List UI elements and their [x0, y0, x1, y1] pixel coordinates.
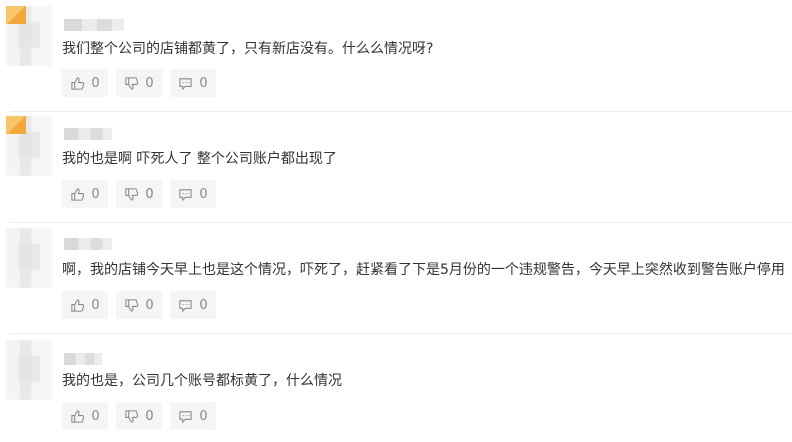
like-button[interactable]: 0	[62, 180, 108, 208]
like-button[interactable]: 0	[62, 402, 108, 430]
like-button[interactable]: 0	[62, 291, 108, 319]
comment-text: 我们整个公司的店铺都黄了，只有新店没有。什么么情况呀?	[62, 41, 434, 57]
avatar-image	[6, 340, 52, 400]
avatar-image	[6, 228, 52, 288]
username-blurred[interactable]	[64, 128, 112, 140]
comment-icon	[179, 299, 192, 312]
thumbs-down-icon	[125, 187, 139, 201]
reply-button[interactable]: 0	[170, 291, 216, 319]
dislike-button[interactable]: 0	[116, 402, 162, 430]
dislike-count: 0	[145, 297, 154, 313]
avatar[interactable]	[6, 6, 54, 66]
thumbs-down-icon	[125, 76, 139, 90]
reply-count: 0	[199, 408, 208, 424]
reply-button[interactable]: 0	[170, 69, 216, 97]
dislike-count: 0	[145, 75, 154, 91]
reply-count: 0	[199, 75, 208, 91]
like-count: 0	[91, 75, 100, 91]
divider	[10, 333, 792, 334]
reply-count: 0	[199, 297, 208, 313]
divider	[10, 111, 792, 112]
thumbs-up-icon	[71, 76, 85, 90]
reply-button[interactable]: 0	[170, 402, 216, 430]
comment-icon	[179, 188, 192, 201]
thumbs-up-icon	[71, 409, 85, 423]
like-button[interactable]: 0	[62, 69, 108, 97]
reply-count: 0	[199, 186, 208, 202]
comment-icon	[179, 410, 192, 423]
comment-text: 啊，我的店铺今天早上也是这个情况，吓死了，赶紧看了下是5月份的一个违规警告，今天…	[62, 262, 785, 278]
comment-icon	[179, 77, 192, 90]
dislike-count: 0	[145, 408, 154, 424]
dislike-count: 0	[145, 186, 154, 202]
avatar[interactable]	[6, 228, 54, 288]
comment-text: 我的也是，公司几个账号都标黄了，什么情况	[62, 373, 342, 389]
reply-button[interactable]: 0	[170, 180, 216, 208]
username-blurred[interactable]	[64, 238, 112, 250]
username-blurred[interactable]	[64, 19, 124, 31]
thumbs-up-icon	[71, 187, 85, 201]
thumbs-up-icon	[71, 298, 85, 312]
like-count: 0	[91, 297, 100, 313]
like-count: 0	[91, 186, 100, 202]
dislike-button[interactable]: 0	[116, 180, 162, 208]
vip-badge-icon	[6, 6, 26, 24]
thumbs-down-icon	[125, 409, 139, 423]
like-count: 0	[91, 408, 100, 424]
vip-badge-icon	[6, 116, 26, 134]
avatar[interactable]	[6, 340, 54, 400]
comment-text: 我的也是啊 吓死人了 整个公司账户都出现了	[62, 151, 337, 167]
dislike-button[interactable]: 0	[116, 69, 162, 97]
divider	[10, 222, 792, 223]
thumbs-down-icon	[125, 298, 139, 312]
dislike-button[interactable]: 0	[116, 291, 162, 319]
username-blurred[interactable]	[64, 353, 102, 365]
avatar[interactable]	[6, 116, 54, 176]
